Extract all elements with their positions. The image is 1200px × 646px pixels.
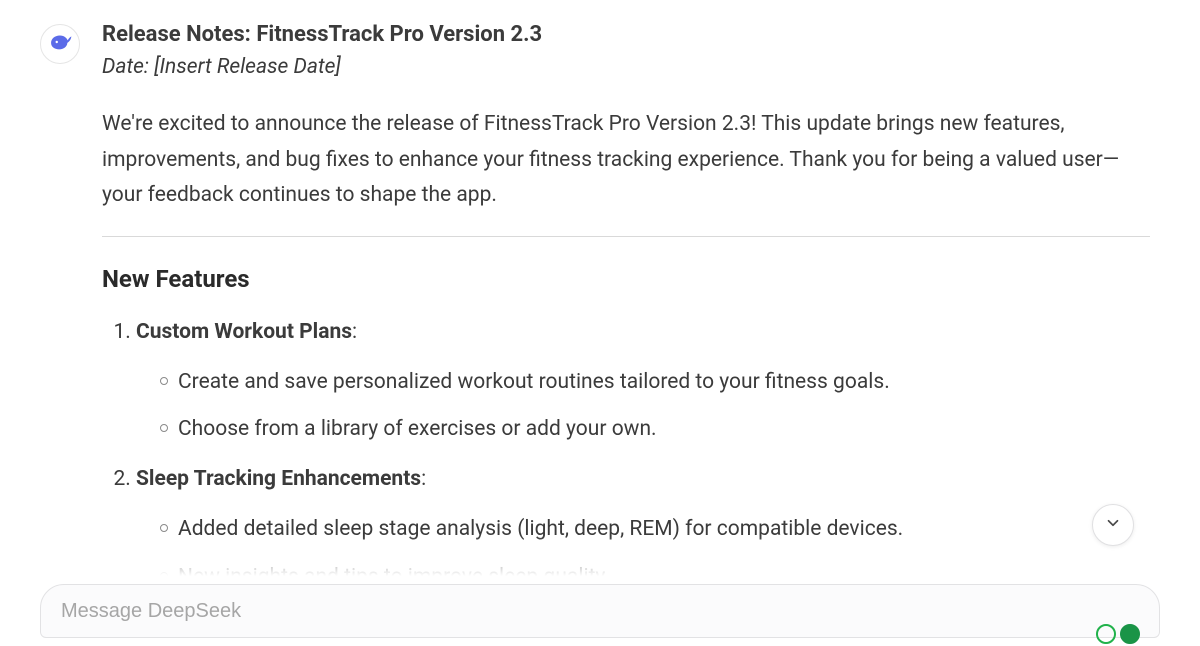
feature-point: New insights and tips to improve sleep q… [160, 560, 1150, 577]
section-heading-new-features: New Features [102, 265, 1150, 293]
feature-list: Custom Workout Plans: Create and save pe… [102, 315, 1150, 576]
feature-point: Create and save personalized workout rou… [160, 365, 1150, 401]
assistant-avatar [40, 24, 80, 64]
feature-item: Sleep Tracking Enhancements: Added detai… [136, 462, 1150, 576]
feature-point: Choose from a library of exercises or ad… [160, 412, 1150, 448]
message-content: Release Notes: FitnessTrack Pro Version … [102, 22, 1150, 576]
whale-icon [47, 29, 73, 59]
section-divider [102, 236, 1150, 237]
feature-title: Sleep Tracking Enhancements [136, 467, 421, 491]
feature-sublist: Added detailed sleep stage analysis (lig… [136, 512, 1150, 576]
chevron-down-icon [1104, 514, 1122, 536]
release-intro: We're excited to announce the release of… [102, 107, 1150, 214]
release-date: Date: [Insert Release Date] [102, 55, 1150, 79]
assistant-message: Release Notes: FitnessTrack Pro Version … [0, 0, 1200, 576]
corner-indicators [1096, 624, 1140, 644]
status-indicator-icon [1096, 624, 1116, 644]
scroll-to-bottom-button[interactable] [1092, 504, 1134, 546]
feature-sublist: Create and save personalized workout rou… [136, 365, 1150, 448]
chat-scroll-area[interactable]: Release Notes: FitnessTrack Pro Version … [0, 0, 1200, 576]
message-input[interactable] [59, 599, 1141, 624]
status-indicator-icon [1120, 624, 1140, 644]
feature-title: Custom Workout Plans [136, 320, 352, 344]
feature-item: Custom Workout Plans: Create and save pe… [136, 315, 1150, 448]
feature-point: Added detailed sleep stage analysis (lig… [160, 512, 1150, 548]
composer[interactable] [40, 584, 1160, 638]
release-title: Release Notes: FitnessTrack Pro Version … [102, 22, 1150, 47]
